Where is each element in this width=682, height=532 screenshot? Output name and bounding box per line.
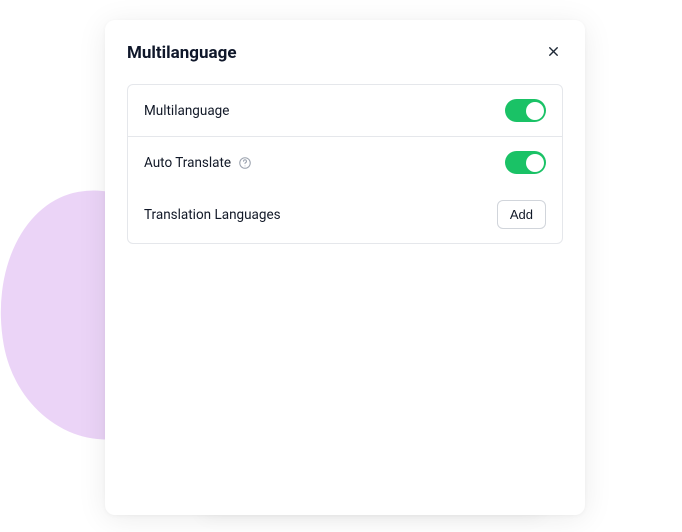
close-button[interactable] — [544, 42, 563, 64]
multilanguage-label: Multilanguage — [144, 103, 229, 119]
modal-title: Multilanguage — [127, 43, 237, 63]
auto-translate-label: Auto Translate — [144, 155, 231, 171]
modal-header: Multilanguage — [127, 42, 563, 84]
auto-translate-toggle[interactable] — [505, 151, 546, 174]
translation-languages-label: Translation Languages — [144, 207, 281, 223]
multilanguage-row: Multilanguage — [128, 85, 562, 136]
settings-section: Multilanguage Auto Translate Translation… — [127, 84, 563, 244]
add-language-button[interactable]: Add — [497, 200, 546, 229]
multilanguage-modal: Multilanguage Multilanguage Auto Transla… — [105, 20, 585, 515]
translation-languages-row: Translation Languages Add — [128, 188, 562, 243]
multilanguage-toggle[interactable] — [505, 99, 546, 122]
auto-translate-label-wrap: Auto Translate — [144, 155, 252, 171]
close-icon — [546, 44, 561, 59]
auto-translate-row: Auto Translate — [128, 137, 562, 188]
help-icon[interactable] — [238, 156, 252, 170]
auto-translate-block: Auto Translate Translation Languages Add — [128, 136, 562, 243]
